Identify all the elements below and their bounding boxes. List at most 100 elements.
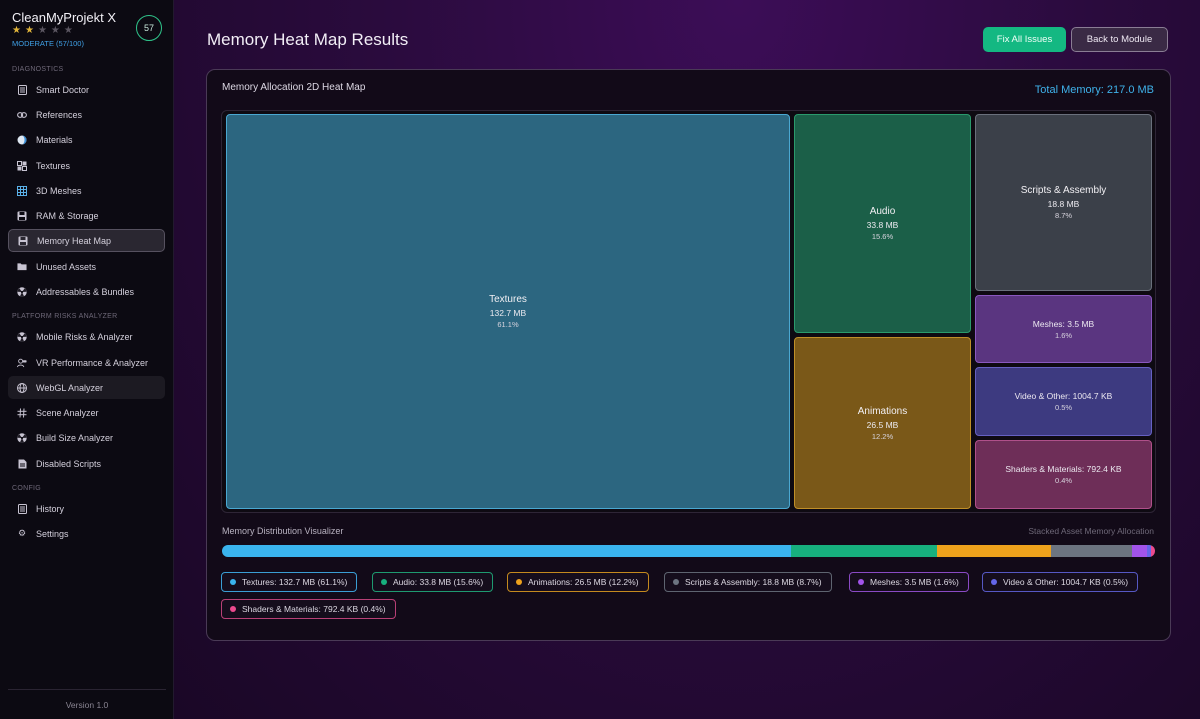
distribution-segment — [936, 545, 1051, 557]
legend-chip-animations[interactable]: Animations: 26.5 MB (12.2%) — [507, 572, 649, 592]
sidebar-item-label: RAM & Storage — [36, 210, 99, 221]
rating-stars: ★★★★★ — [12, 25, 77, 36]
sidebar-item-label: Build Size Analyzer — [36, 432, 114, 443]
section-label-config: CONFIG — [12, 485, 42, 492]
legend-dot — [230, 606, 236, 612]
sidebar-item-label: Disabled Scripts — [36, 458, 102, 469]
sidebar-item-smart-doctor[interactable]: Smart Doctor — [8, 78, 165, 101]
version-label: Version 1.0 — [65, 700, 109, 710]
legend-dot — [673, 579, 679, 585]
sidebar-item-settings[interactable]: ⚙ Settings — [8, 522, 165, 545]
page-title: Memory Heat Map Results — [207, 30, 409, 49]
sidebar-item-label: Materials — [36, 134, 73, 145]
sidebar-item-unused-assets[interactable]: Unused Assets — [8, 255, 165, 278]
hash-icon — [17, 407, 27, 418]
fix-all-issues-button[interactable]: Fix All Issues — [983, 27, 1066, 52]
star-icon: ★ — [63, 25, 77, 36]
legend-chip-shaders[interactable]: Shaders & Materials: 792.4 KB (0.4%) — [221, 599, 396, 619]
radiation-icon — [17, 286, 27, 297]
sidebar-item-label: References — [36, 109, 83, 120]
tile-label: Video & Other: 1004.7 KB — [1014, 391, 1113, 401]
legend-dot — [516, 579, 522, 585]
legend-dot — [381, 579, 387, 585]
sidebar-item-history[interactable]: History — [8, 497, 165, 520]
sidebar-item-webgl-analyzer[interactable]: WebGL Analyzer — [8, 376, 165, 399]
tile-scripts-assembly[interactable]: Scripts & Assembly 18.8 MB 8.7% — [975, 114, 1152, 291]
legend-label: Video & Other: 1004.7 KB (0.5%) — [1003, 577, 1129, 587]
sidebar-item-references[interactable]: References — [8, 103, 165, 126]
tile-name: Animations — [857, 405, 908, 417]
document-icon — [17, 503, 27, 514]
legend-chip-meshes[interactable]: Meshes: 3.5 MB (1.6%) — [849, 572, 969, 592]
tile-percent: 15.6% — [871, 232, 894, 241]
sidebar-item-label: Addressables & Bundles — [36, 286, 135, 297]
distribution-segment — [1151, 545, 1155, 557]
sidebar-item-memory-heat-map[interactable]: Memory Heat Map — [8, 229, 165, 252]
distribution-segment — [1131, 545, 1147, 557]
heat-map-card: Memory Allocation 2D Heat Map Total Memo… — [206, 69, 1171, 641]
sidebar-item-mobile-risks[interactable]: Mobile Risks & Analyzer — [8, 325, 165, 348]
star-icon: ★ — [24, 25, 38, 36]
sidebar-item-ram-storage[interactable]: RAM & Storage — [8, 204, 165, 227]
sidebar-item-label: Scene Analyzer — [36, 407, 99, 418]
star-icon: ★ — [37, 25, 51, 36]
globe-icon — [17, 382, 27, 393]
tile-animations[interactable]: Animations 26.5 MB 12.2% — [794, 337, 971, 509]
sidebar-item-3d-meshes[interactable]: 3D Meshes — [8, 179, 165, 202]
sidebar-item-textures[interactable]: Textures — [8, 154, 165, 177]
legend-chip-audio[interactable]: Audio: 33.8 MB (15.6%) — [372, 572, 494, 592]
health-status: MODERATE (57/100) — [12, 39, 84, 48]
checker-icon — [17, 160, 27, 171]
legend-label: Audio: 33.8 MB (15.6%) — [393, 577, 484, 587]
tile-percent: 12.2% — [871, 431, 894, 441]
vr-icon — [17, 358, 27, 368]
heat-map-title: Memory Allocation 2D Heat Map — [222, 82, 366, 93]
gear-icon: ⚙ — [17, 528, 27, 538]
floppy-icon — [17, 211, 27, 221]
legend-chip-video[interactable]: Video & Other: 1004.7 KB (0.5%) — [982, 572, 1139, 592]
section-label-diagnostics: DIAGNOSTICS — [12, 66, 64, 73]
sidebar-item-materials[interactable]: Materials — [8, 128, 165, 151]
legend-label: Shaders & Materials: 792.4 KB (0.4%) — [242, 604, 386, 614]
tile-percent: 0.4% — [1054, 476, 1073, 485]
legend-chip-textures[interactable]: Textures: 132.7 MB (61.1%) — [221, 572, 358, 592]
legend-label: Meshes: 3.5 MB (1.6%) — [870, 577, 959, 587]
tile-label: Meshes: 3.5 MB — [1032, 318, 1095, 329]
tile-meshes[interactable]: Meshes: 3.5 MB 1.6% — [975, 295, 1152, 363]
tile-shaders-materials[interactable]: Shaders & Materials: 792.4 KB 0.4% — [975, 440, 1152, 509]
link-icon — [17, 110, 27, 120]
floppy-icon — [18, 236, 28, 246]
sidebar-item-build-size[interactable]: Build Size Analyzer — [8, 426, 165, 449]
sidebar-item-disabled-scripts[interactable]: Disabled Scripts — [8, 452, 165, 475]
section-label-platform: PLATFORM RISKS ANALYZER — [12, 313, 118, 320]
star-icon: ★ — [50, 25, 64, 36]
legend-dot — [991, 579, 997, 585]
tile-audio[interactable]: Audio 33.8 MB 15.6% — [794, 114, 971, 333]
app-title: CleanMyProjekt X — [12, 10, 117, 25]
distribution-segment — [1050, 545, 1132, 557]
legend-dot — [230, 579, 236, 585]
sphere-icon — [17, 135, 27, 145]
tile-name: Scripts & Assembly — [1020, 185, 1107, 196]
folder-icon — [17, 262, 27, 272]
total-memory: Total Memory: 217.0 MB — [1034, 84, 1154, 96]
script-icon — [17, 459, 27, 469]
tile-percent: 8.7% — [1054, 211, 1073, 220]
distribution-bar — [222, 545, 1155, 557]
tile-size: 33.8 MB — [866, 220, 899, 230]
tile-size: 26.5 MB — [866, 419, 899, 430]
tile-video-other[interactable]: Video & Other: 1004.7 KB 0.5% — [975, 367, 1152, 436]
tile-name: Textures — [489, 294, 527, 305]
distribution-segment — [222, 545, 792, 557]
legend-chip-scripts[interactable]: Scripts & Assembly: 18.8 MB (8.7%) — [664, 572, 832, 592]
sidebar-item-label: Settings — [36, 528, 69, 539]
tile-percent: 61.1% — [497, 320, 519, 329]
tile-textures[interactable]: Textures 132.7 MB 61.1% — [226, 114, 790, 509]
tile-name: Audio — [869, 206, 896, 217]
back-to-module-button[interactable]: Back to Module — [1071, 27, 1168, 52]
sidebar-item-vr-performance[interactable]: VR Performance & Analyzer — [8, 351, 165, 374]
sidebar-item-label: WebGL Analyzer — [36, 382, 104, 393]
sidebar-item-addressables-bundles[interactable]: Addressables & Bundles — [8, 280, 165, 303]
distribution-title: Memory Distribution Visualizer — [222, 526, 344, 536]
sidebar-item-scene-analyzer[interactable]: Scene Analyzer — [8, 401, 165, 424]
